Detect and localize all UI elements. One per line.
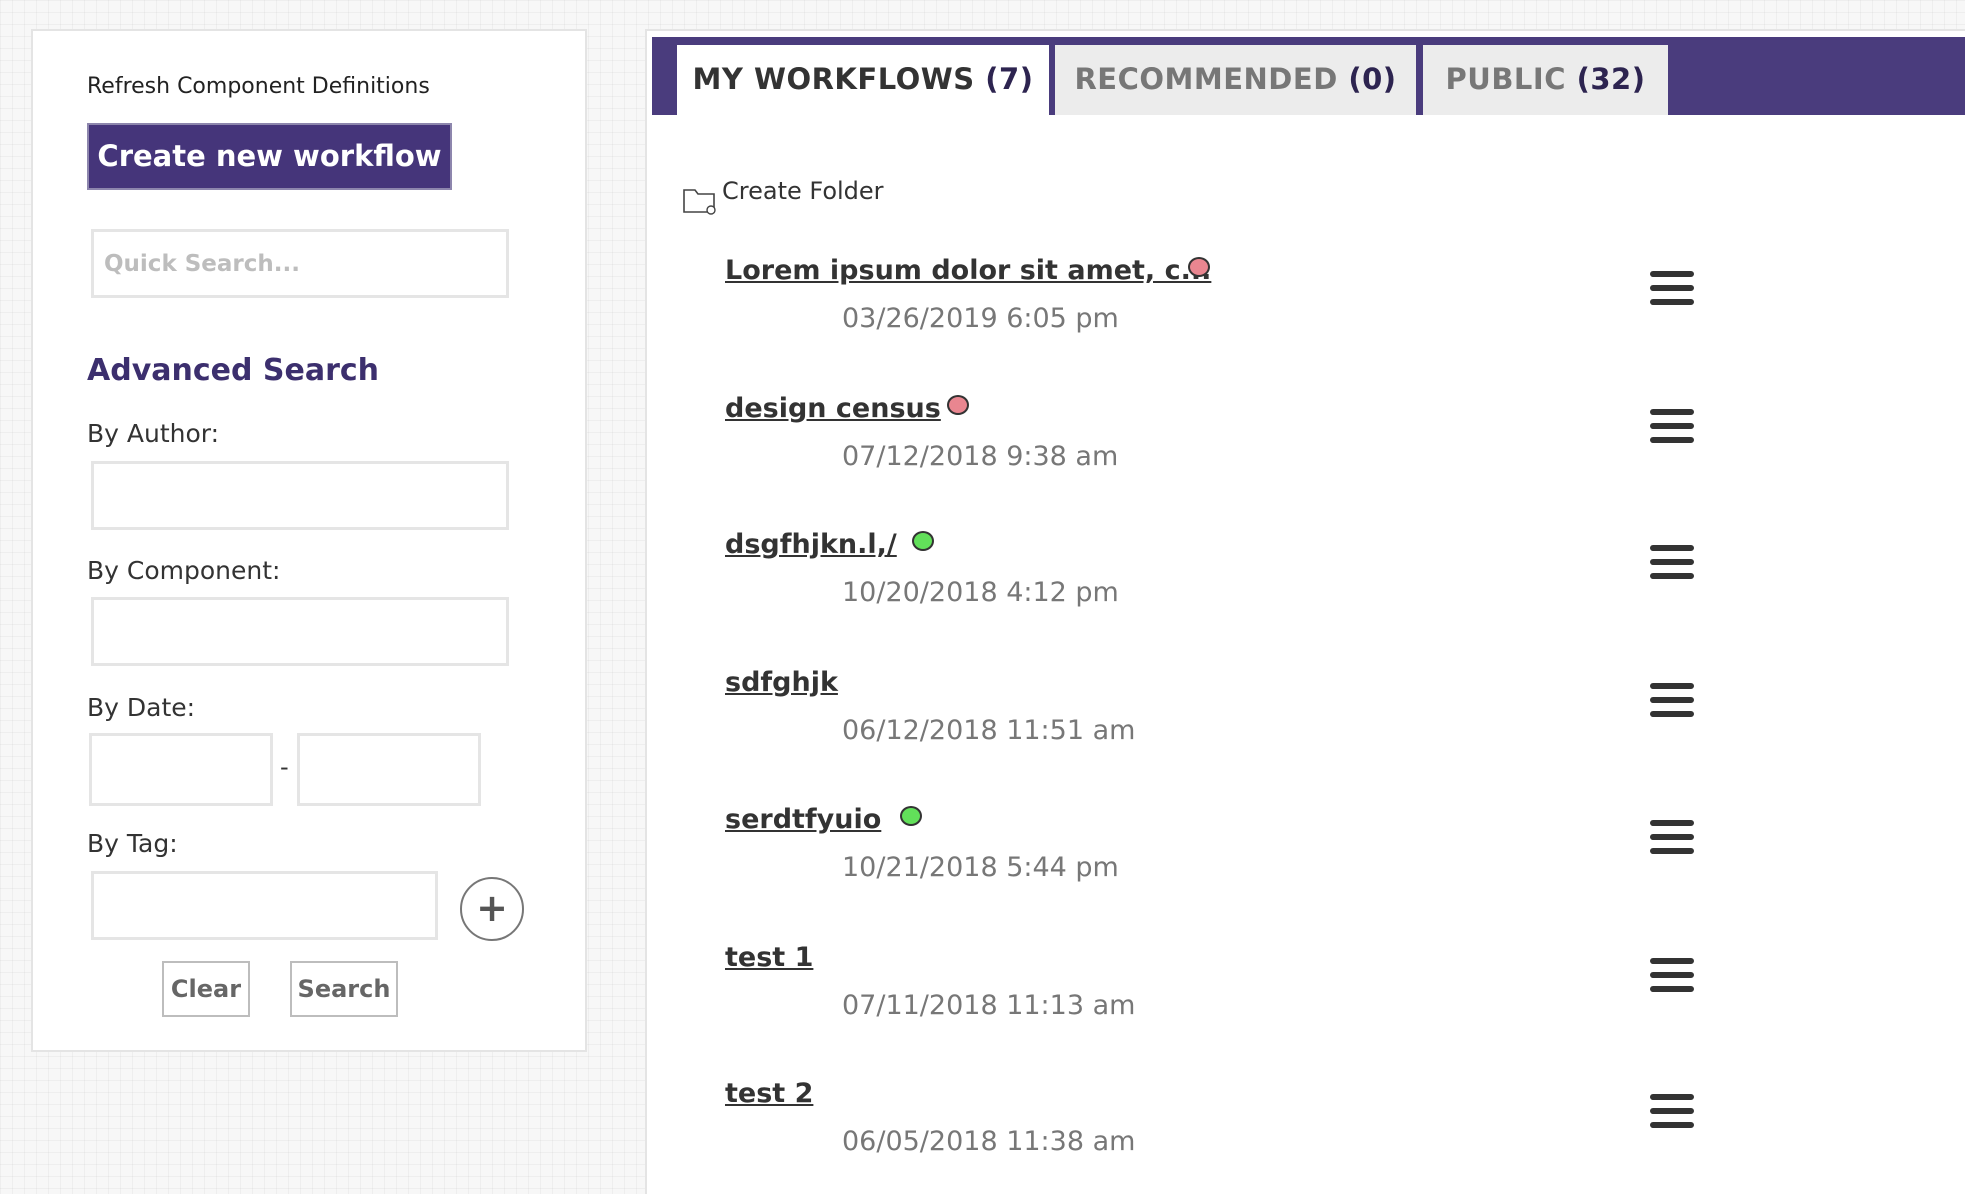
workflow-title-link[interactable]: serdtfyuio xyxy=(725,804,881,835)
workflow-item: test 2 06/05/2018 11:38 am xyxy=(725,1078,1725,1178)
workflow-item: dsgfhjkn.l,/ 10/20/2018 4:12 pm xyxy=(725,529,1725,629)
tab-label: MY WORKFLOWS xyxy=(692,62,975,96)
date-to-input[interactable] xyxy=(297,733,481,806)
hamburger-menu-icon[interactable] xyxy=(1650,545,1694,579)
tab-public[interactable]: PUBLIC (32) xyxy=(1423,45,1668,115)
search-sidebar: Refresh Component Definitions Create new… xyxy=(31,29,587,1052)
advanced-search-heading: Advanced Search xyxy=(87,353,380,388)
hamburger-menu-icon[interactable] xyxy=(1650,271,1694,305)
workflow-title-link[interactable]: test 1 xyxy=(725,942,813,973)
status-indicator-icon xyxy=(900,806,922,826)
workflow-title-link[interactable]: dsgfhjkn.l,/ xyxy=(725,529,897,560)
tab-count: (32) xyxy=(1576,62,1646,96)
tab-label: PUBLIC xyxy=(1445,62,1566,96)
create-folder-label: Create Folder xyxy=(722,177,884,205)
workflow-tab-bar: MY WORKFLOWS (7) RECOMMENDED (0) PUBLIC … xyxy=(652,37,1965,115)
create-new-workflow-button[interactable]: Create new workflow xyxy=(87,123,452,190)
status-indicator-icon xyxy=(912,531,934,551)
workflow-title-link[interactable]: design census xyxy=(725,393,941,424)
tab-count: (7) xyxy=(985,62,1034,96)
date-from-input[interactable] xyxy=(89,733,273,806)
workflow-item: design census 07/12/2018 9:38 am xyxy=(725,393,1725,493)
by-date-label: By Date: xyxy=(87,693,196,722)
add-tag-button[interactable]: + xyxy=(460,877,524,941)
tag-input[interactable] xyxy=(91,871,438,940)
workflow-item: Lorem ipsum dolor sit amet, c... 03/26/2… xyxy=(725,255,1725,355)
workflow-date: 06/05/2018 11:38 am xyxy=(842,1126,1136,1157)
search-button[interactable]: Search xyxy=(290,961,398,1017)
hamburger-menu-icon[interactable] xyxy=(1650,820,1694,854)
workflow-item: test 1 07/11/2018 11:13 am xyxy=(725,942,1725,1042)
workflow-date: 10/20/2018 4:12 pm xyxy=(842,577,1119,608)
tab-recommended[interactable]: RECOMMENDED (0) xyxy=(1055,45,1416,115)
clear-button[interactable]: Clear xyxy=(162,961,250,1017)
workflow-title-link[interactable]: test 2 xyxy=(725,1078,813,1109)
workflow-item: sdfghjk 06/12/2018 11:51 am xyxy=(725,667,1725,767)
hamburger-menu-icon[interactable] xyxy=(1650,409,1694,443)
workflow-date: 10/21/2018 5:44 pm xyxy=(842,852,1119,883)
tab-count: (0) xyxy=(1348,62,1397,96)
author-input[interactable] xyxy=(91,461,509,530)
workflow-item: serdtfyuio 10/21/2018 5:44 pm xyxy=(725,804,1725,904)
workflow-date: 07/12/2018 9:38 am xyxy=(842,441,1119,472)
workflow-date: 07/11/2018 11:13 am xyxy=(842,990,1136,1021)
component-input[interactable] xyxy=(91,597,509,666)
workflows-panel: MY WORKFLOWS (7) RECOMMENDED (0) PUBLIC … xyxy=(645,29,1965,1194)
workflow-date: 06/12/2018 11:51 am xyxy=(842,715,1136,746)
hamburger-menu-icon[interactable] xyxy=(1650,683,1694,717)
status-indicator-icon xyxy=(947,395,969,415)
date-range-separator: - xyxy=(280,753,289,781)
workflow-title-link[interactable]: sdfghjk xyxy=(725,667,838,698)
hamburger-menu-icon[interactable] xyxy=(1650,1094,1694,1128)
status-indicator-icon xyxy=(1188,257,1210,277)
tab-my-workflows[interactable]: MY WORKFLOWS (7) xyxy=(677,45,1049,115)
tab-label: RECOMMENDED xyxy=(1074,62,1338,96)
by-tag-label: By Tag: xyxy=(87,829,178,858)
workflow-date: 03/26/2019 6:05 pm xyxy=(842,303,1119,334)
folder-add-icon xyxy=(683,189,716,215)
hamburger-menu-icon[interactable] xyxy=(1650,958,1694,992)
by-component-label: By Component: xyxy=(87,556,281,585)
quick-search-input[interactable] xyxy=(91,229,509,298)
workflow-title-link[interactable]: Lorem ipsum dolor sit amet, c... xyxy=(725,255,1211,286)
refresh-component-definitions-link[interactable]: Refresh Component Definitions xyxy=(87,74,430,99)
by-author-label: By Author: xyxy=(87,419,220,448)
